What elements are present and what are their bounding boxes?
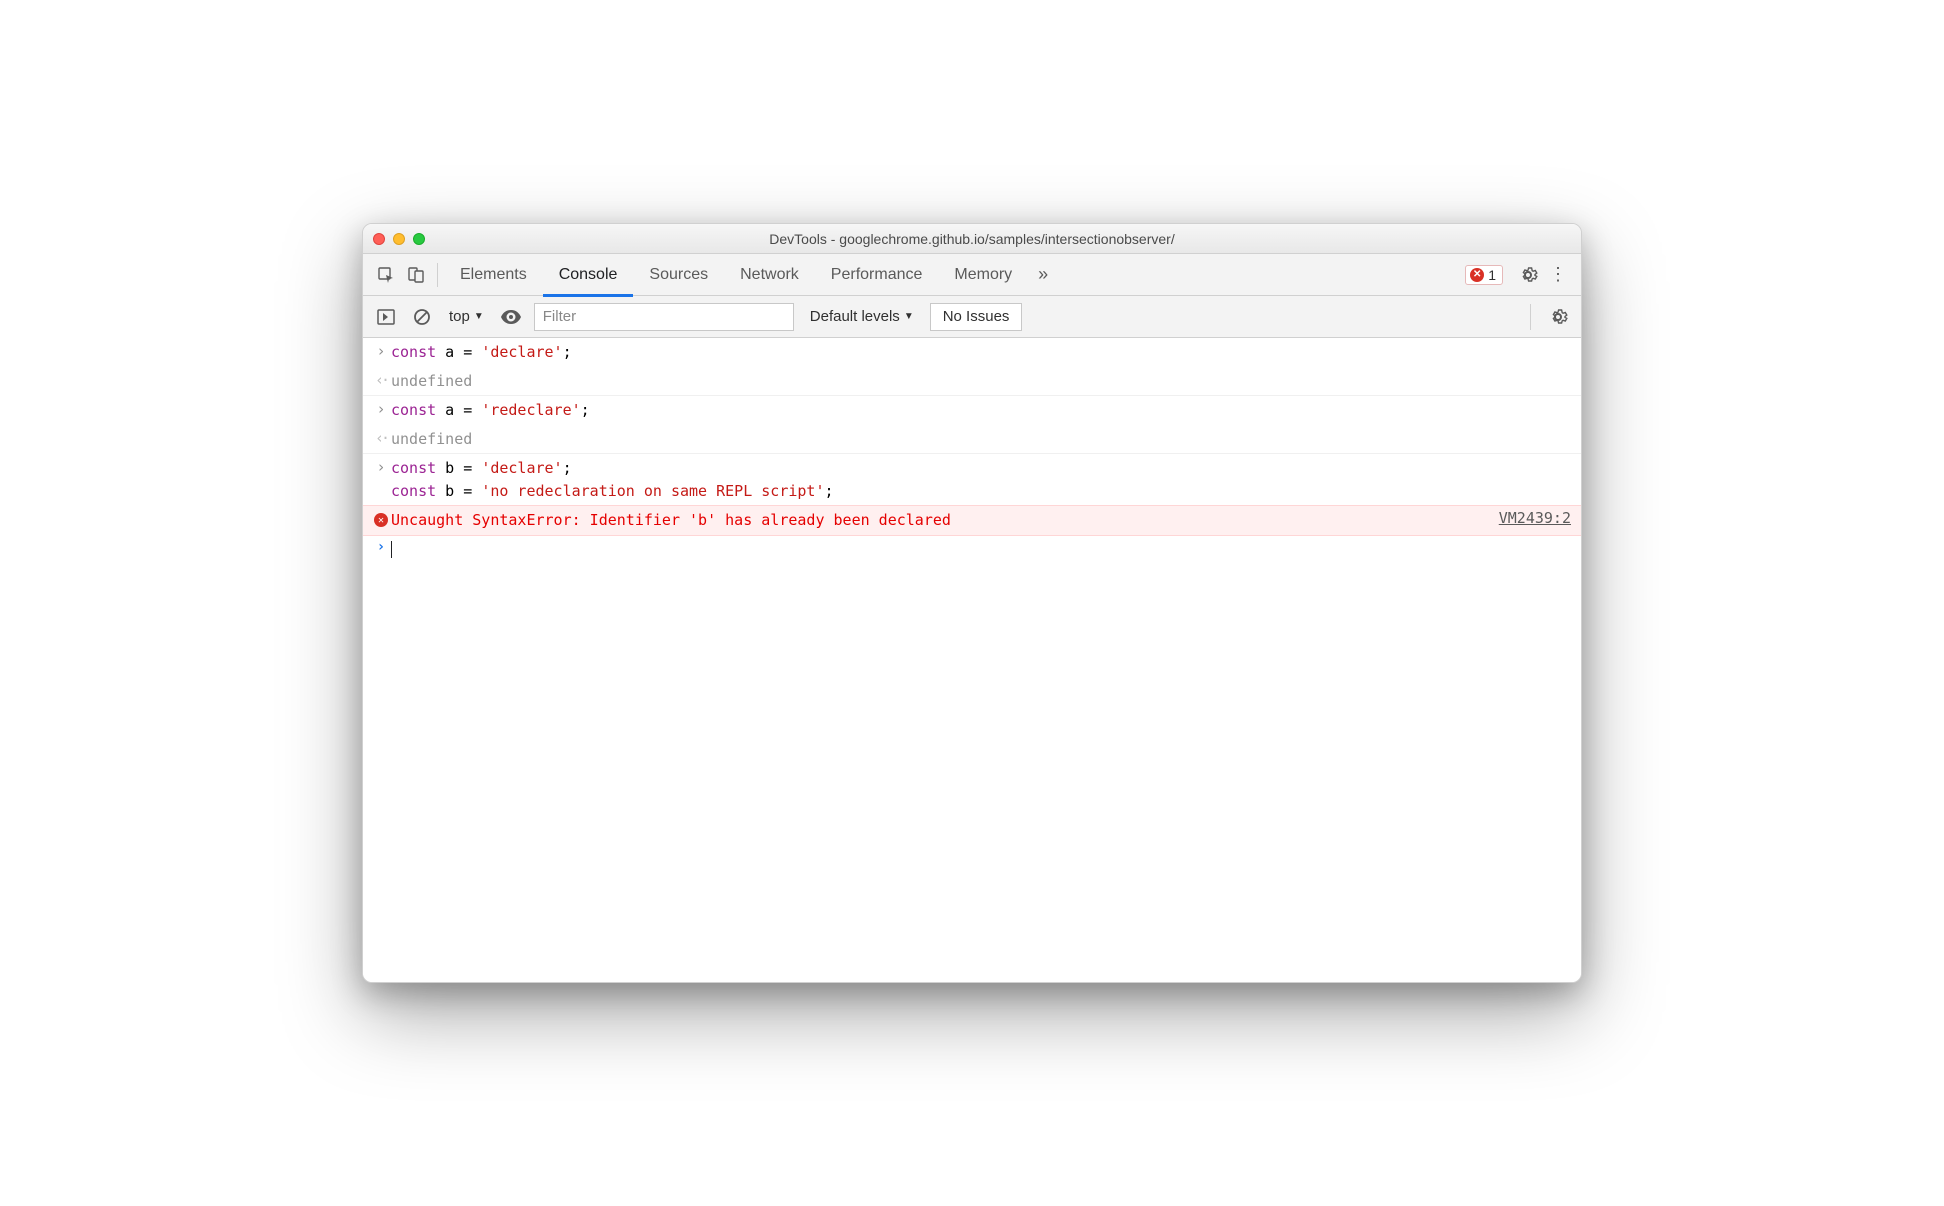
- error-message: Uncaught SyntaxError: Identifier 'b' has…: [391, 509, 1489, 532]
- error-source-link[interactable]: VM2439:2: [1489, 509, 1571, 527]
- issues-label: No Issues: [943, 308, 1010, 325]
- issues-button[interactable]: No Issues: [930, 303, 1023, 331]
- clear-console-icon[interactable]: [409, 304, 435, 330]
- chevron-down-icon: ▼: [474, 311, 484, 322]
- log-levels-select[interactable]: Default levels ▼: [804, 308, 920, 325]
- tab-network[interactable]: Network: [724, 254, 815, 296]
- console-input-code: const a = 'declare';: [391, 341, 1571, 364]
- console-output-row: ‹·undefined: [363, 367, 1581, 397]
- divider: [437, 263, 438, 287]
- more-tabs-icon[interactable]: »: [1028, 260, 1058, 290]
- close-window-button[interactable]: [373, 233, 385, 245]
- console-output-value: undefined: [391, 370, 1571, 393]
- levels-label: Default levels: [810, 308, 900, 325]
- console-settings-icon[interactable]: [1545, 304, 1571, 330]
- error-icon: ✕: [371, 509, 391, 527]
- device-toolbar-icon[interactable]: [401, 260, 431, 290]
- error-icon: ✕: [1470, 268, 1484, 282]
- console-input-row: ›const b = 'declare'; const b = 'no rede…: [363, 454, 1581, 505]
- traffic-lights: [373, 233, 425, 245]
- tab-elements[interactable]: Elements: [444, 254, 543, 296]
- console-input-row: ›const a = 'redeclare';: [363, 396, 1581, 425]
- main-tabbar: Elements Console Sources Network Perform…: [363, 254, 1581, 296]
- window-title: DevTools - googlechrome.github.io/sample…: [363, 231, 1581, 247]
- tab-memory[interactable]: Memory: [938, 254, 1028, 296]
- output-chevron-icon: ‹·: [371, 370, 391, 389]
- inspect-element-icon[interactable]: [371, 260, 401, 290]
- prompt-chevron-icon: ›: [371, 539, 391, 555]
- tab-sources[interactable]: Sources: [633, 254, 724, 296]
- filter-input[interactable]: [534, 303, 794, 331]
- execution-context-select[interactable]: top ▼: [445, 308, 488, 325]
- input-chevron-icon: ›: [371, 341, 391, 360]
- error-count-badge[interactable]: ✕ 1: [1465, 265, 1503, 285]
- error-count: 1: [1488, 267, 1496, 283]
- minimize-window-button[interactable]: [393, 233, 405, 245]
- context-label: top: [449, 308, 470, 325]
- tab-console[interactable]: Console: [543, 254, 634, 296]
- console-output-row: ‹·undefined: [363, 425, 1581, 455]
- console-output[interactable]: ›const a = 'declare';‹·undefined›const a…: [363, 338, 1581, 982]
- console-input-code: const a = 'redeclare';: [391, 399, 1571, 422]
- titlebar: DevTools - googlechrome.github.io/sample…: [363, 224, 1581, 254]
- console-prompt[interactable]: ›: [363, 536, 1581, 565]
- text-cursor: [391, 541, 392, 558]
- input-chevron-icon: ›: [371, 399, 391, 418]
- console-input-row: ›const a = 'declare';: [363, 338, 1581, 367]
- prompt-input[interactable]: [391, 539, 392, 562]
- console-error-row: ✕Uncaught SyntaxError: Identifier 'b' ha…: [363, 505, 1581, 536]
- divider: [1530, 304, 1531, 330]
- chevron-down-icon: ▼: [904, 311, 914, 322]
- console-toolbar: top ▼ Default levels ▼ No Issues: [363, 296, 1581, 338]
- kebab-menu-icon[interactable]: ⋮: [1543, 260, 1573, 290]
- toggle-sidebar-icon[interactable]: [373, 304, 399, 330]
- console-input-code: const b = 'declare'; const b = 'no redec…: [391, 457, 1571, 502]
- maximize-window-button[interactable]: [413, 233, 425, 245]
- console-output-value: undefined: [391, 428, 1571, 451]
- devtools-window: DevTools - googlechrome.github.io/sample…: [362, 223, 1582, 983]
- live-expression-icon[interactable]: [498, 304, 524, 330]
- input-chevron-icon: ›: [371, 457, 391, 476]
- settings-icon[interactable]: [1513, 260, 1543, 290]
- tab-performance[interactable]: Performance: [815, 254, 939, 296]
- output-chevron-icon: ‹·: [371, 428, 391, 447]
